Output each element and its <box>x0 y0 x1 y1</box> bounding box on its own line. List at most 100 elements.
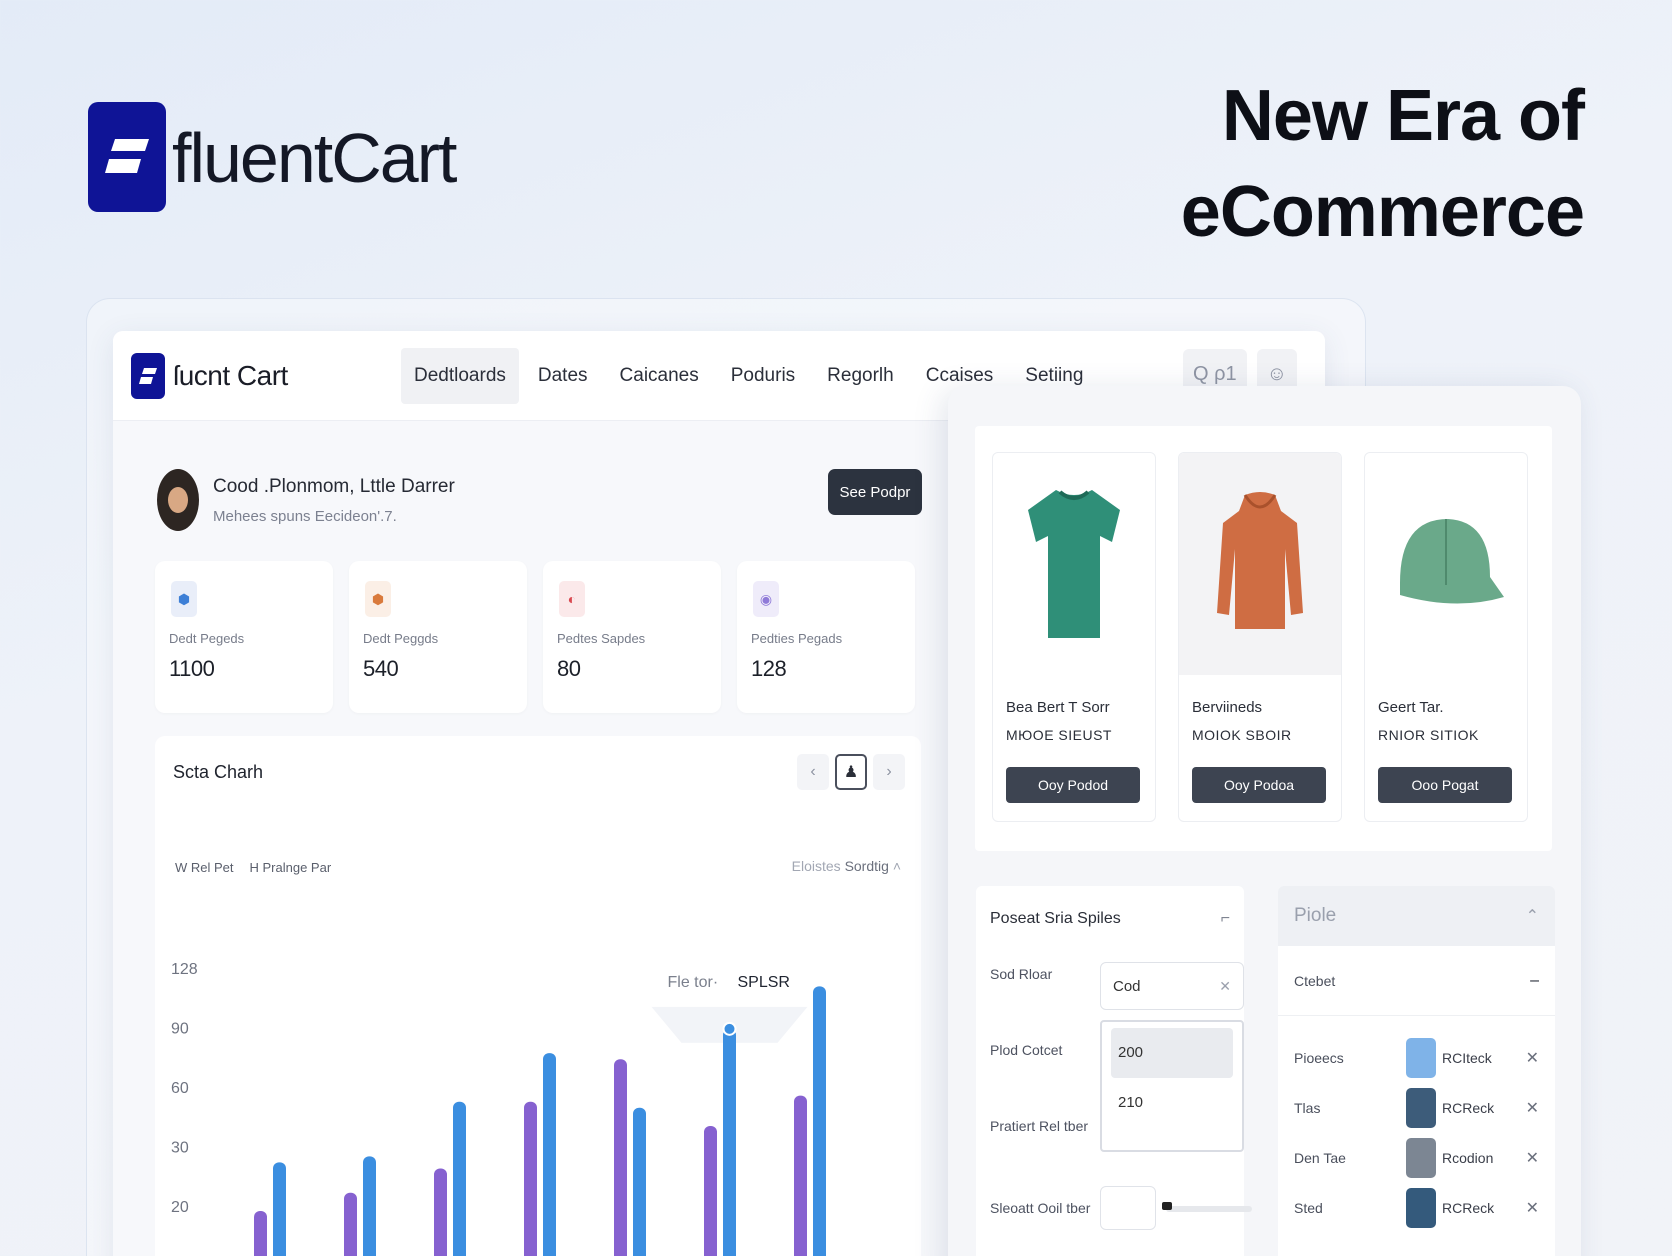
bar-series-b[interactable] <box>633 1107 646 1256</box>
slider-input[interactable] <box>1100 1186 1156 1230</box>
chart-export-button[interactable]: ♟ <box>835 754 867 790</box>
products-panel: Bea Bert T Sorr MЮOE SIEUST Ooy Podod Be… <box>948 386 1581 1256</box>
product-card[interactable]: Bea Bert T Sorr MЮOE SIEUST Ooy Podod <box>992 452 1156 822</box>
stat-card[interactable]: ◉ Pedties Pegads 128 <box>737 561 915 713</box>
stat-label: Dedt Peggds <box>363 631 439 646</box>
tagline-line-1: New Era of <box>1221 76 1585 156</box>
filters-header[interactable]: Piole ⌃ <box>1278 886 1555 946</box>
nav-item-reports[interactable]: Regorlh <box>814 348 907 404</box>
avatar[interactable] <box>157 469 199 531</box>
product-name: Berviineds <box>1192 699 1263 716</box>
welcome-subtitle: Mehees spuns Eecideon'.7. <box>213 507 397 525</box>
app-logo[interactable] <box>131 352 165 399</box>
nav-item-products[interactable]: Poduris <box>718 348 808 404</box>
field-label: Sod Rloar <box>990 966 1053 982</box>
stat-label: Dedt Pegeds <box>169 631 245 646</box>
bar-series-b[interactable] <box>813 986 826 1256</box>
chart-prev-button[interactable]: ‹ <box>797 754 829 790</box>
search-icon: Q ρ1 <box>1192 362 1237 385</box>
legend-item[interactable]: W Rel Pet <box>175 860 234 875</box>
remove-icon[interactable]: ✕ <box>1526 1098 1539 1118</box>
slider-track[interactable] <box>1166 1206 1252 1212</box>
minimize-icon[interactable]: ⌐ <box>1221 910 1230 928</box>
cap-icon <box>1400 519 1504 604</box>
color-swatch[interactable] <box>1406 1088 1436 1128</box>
filter-row: Den Tae Rcodion ✕ <box>1294 1138 1539 1178</box>
stats-row: ⬢ Dedt Pegeds 1100 ⬢ Dedt Peggds 540 ◐ P… <box>155 561 915 713</box>
stat-value: 128 <box>751 656 787 681</box>
y-tick-label: 60 <box>171 1080 189 1097</box>
nav-item-caicanes[interactable]: Caicanes <box>607 348 712 404</box>
bar-series-b[interactable] <box>543 1053 556 1256</box>
filter-value: Rcodion <box>1442 1150 1494 1166</box>
bar-series-a[interactable] <box>524 1101 537 1256</box>
sort-value: Sordtig <box>844 858 889 874</box>
color-swatch[interactable] <box>1406 1038 1436 1078</box>
remove-icon[interactable]: ✕ <box>1526 1148 1539 1168</box>
list-option[interactable]: 210 <box>1111 1078 1233 1128</box>
color-swatch[interactable] <box>1406 1188 1436 1228</box>
filter-value: RCReck <box>1442 1200 1495 1216</box>
tooltip-marker[interactable] <box>722 1021 737 1036</box>
bar-series-b[interactable] <box>723 1028 736 1256</box>
view-product-button[interactable]: Ooy Podoa <box>1192 767 1326 803</box>
hero-tagline: New Era of eCommerce <box>1180 68 1585 260</box>
collapse-icon[interactable]: ⌃ <box>1526 906 1539 926</box>
chart-sort[interactable]: Eloistes Sordtig ˄ <box>792 858 901 874</box>
bar-series-a[interactable] <box>344 1192 357 1256</box>
stat-icon: ◐ <box>559 581 585 617</box>
filter-value: RCReck <box>1442 1100 1495 1116</box>
see-report-button[interactable]: See Podpr <box>828 469 922 515</box>
product-image <box>1179 453 1341 675</box>
y-tick-label: 128 <box>171 961 198 978</box>
caret-icon: ˄ <box>892 858 901 874</box>
sort-label: Eloistes <box>791 858 841 874</box>
product-card[interactable]: Berviineds MOIOK SBOIR Ooy Podoa <box>1178 452 1342 822</box>
filter-group[interactable]: Ctebet – <box>1278 946 1555 1016</box>
product-price: RNIOR SITIOK <box>1378 727 1479 743</box>
bar-series-b[interactable] <box>453 1101 466 1256</box>
minus-icon[interactable]: – <box>1530 972 1539 990</box>
bar-series-a[interactable] <box>704 1126 717 1256</box>
y-tick-label: 90 <box>171 1021 189 1038</box>
app-name: ſucnt Cart <box>173 359 288 391</box>
bar-series-b[interactable] <box>363 1156 376 1256</box>
chevron-right-icon: › <box>886 763 892 780</box>
filter-name: Sted <box>1294 1200 1323 1216</box>
bar-chart: 128906030202Fle tor·SPLSR <box>171 961 826 1256</box>
product-card[interactable]: Geert Tar. RNIOR SITIOK Ooo Pogat <box>1364 452 1528 822</box>
nav-item-dashboards[interactable]: Dedtloards <box>401 348 519 404</box>
brand-logo <box>88 102 166 212</box>
bar-series-a[interactable] <box>794 1095 807 1256</box>
bar-series-a[interactable] <box>614 1059 627 1256</box>
clear-icon[interactable]: ✕ <box>1219 978 1231 995</box>
product-price: MOIOK SBOIR <box>1192 727 1292 743</box>
bar-series-a[interactable] <box>434 1168 447 1256</box>
slider-handle[interactable] <box>1162 1202 1172 1210</box>
chart-title: Scta Charh <box>173 762 264 782</box>
remove-icon[interactable]: ✕ <box>1526 1198 1539 1218</box>
stat-label: Pedties Pegads <box>751 631 843 646</box>
view-product-button[interactable]: Ooy Podod <box>1006 767 1140 803</box>
view-product-button[interactable]: Ooo Pogat <box>1378 767 1512 803</box>
bar-series-a[interactable] <box>254 1211 267 1256</box>
sales-chart-card: Scta Charh ‹ ♟ › W Rel Pet H Pralnge Par… <box>155 736 921 1256</box>
bar-series-b[interactable] <box>273 1162 286 1256</box>
color-swatch[interactable] <box>1406 1138 1436 1178</box>
tooltip-label: Fle tor· <box>668 974 719 991</box>
settings-panel: Poseat Sria Spiles ⌐ Sod Rloar Cod ✕ Plo… <box>976 886 1252 1256</box>
tagline-line-2: eCommerce <box>1180 172 1585 252</box>
filter-row: Pioeecs RCIteck ✕ <box>1294 1038 1539 1078</box>
text-field[interactable]: Cod ✕ <box>1100 962 1244 1010</box>
nav-item-dates[interactable]: Dates <box>525 348 601 404</box>
stat-card[interactable]: ⬢ Dedt Pegeds 1100 <box>155 561 333 713</box>
chart-next-button[interactable]: › <box>873 754 905 790</box>
legend-item[interactable]: H Pralnge Par <box>250 860 332 875</box>
stat-card[interactable]: ◐ Pedtes Sapdes 80 <box>543 561 721 713</box>
filter-row: Tlas RCReck ✕ <box>1294 1088 1539 1128</box>
stat-card[interactable]: ⬢ Dedt Peggds 540 <box>349 561 527 713</box>
filter-group-label: Ctebet <box>1294 972 1336 989</box>
stat-value: 1100 <box>169 656 215 681</box>
list-option[interactable]: 200 <box>1111 1028 1233 1078</box>
remove-icon[interactable]: ✕ <box>1526 1048 1539 1068</box>
